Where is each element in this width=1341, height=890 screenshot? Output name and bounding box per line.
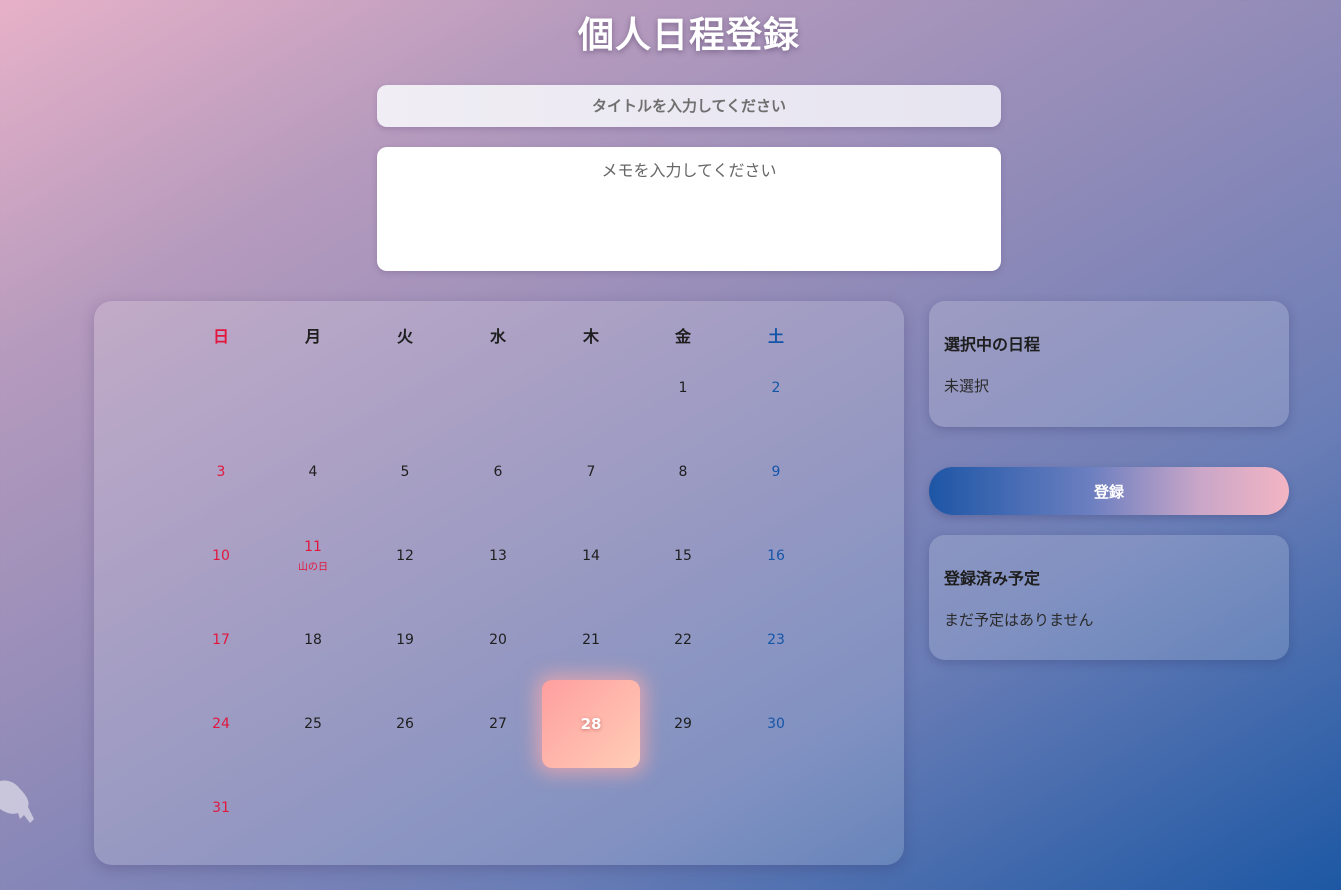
- calendar-day-number: 14: [582, 548, 600, 564]
- calendar-day[interactable]: 10: [175, 514, 267, 598]
- calendar-day-number: 24: [212, 716, 230, 732]
- calendar-day[interactable]: 26: [359, 682, 451, 766]
- weekday-label: 木: [582, 327, 599, 346]
- calendar-day[interactable]: 13: [452, 514, 544, 598]
- selected-schedule-panel: 選択中の日程 未選択: [929, 301, 1289, 427]
- calendar-day-number: 18: [304, 632, 322, 648]
- calendar-day[interactable]: 1: [637, 346, 729, 430]
- weekday-label: 水: [489, 327, 506, 346]
- weekday-label: 金: [674, 327, 691, 346]
- weekday-label: 土: [767, 327, 784, 346]
- calendar-day-number: 9: [771, 464, 781, 480]
- calendar-day-number: 21: [582, 632, 600, 648]
- weekday-label: 火: [396, 327, 413, 346]
- calendar-day-number: 17: [212, 632, 230, 648]
- calendar-day-today[interactable]: 28: [542, 680, 640, 768]
- register-button[interactable]: 登録: [929, 467, 1289, 515]
- calendar-day[interactable]: 29: [637, 682, 729, 766]
- weekday-label: 日: [212, 327, 229, 346]
- calendar-day[interactable]: 17: [175, 598, 267, 682]
- holiday-label: 山の日: [298, 562, 328, 573]
- calendar-day-number: 23: [767, 632, 785, 648]
- calendar-day[interactable]: 27: [452, 682, 544, 766]
- calendar-day[interactable]: 18: [267, 598, 359, 682]
- calendar-day-number: 16: [767, 548, 785, 564]
- calendar-day[interactable]: 12: [359, 514, 451, 598]
- calendar-day-number: 5: [400, 464, 410, 480]
- calendar-day-number: 15: [674, 548, 692, 564]
- calendar-day-number: 22: [674, 632, 692, 648]
- elephant-silhouette-icon: [0, 780, 34, 823]
- calendar-day[interactable]: 23: [730, 598, 822, 682]
- calendar-day-number: 25: [304, 716, 322, 732]
- calendar-day-number: 10: [212, 548, 230, 564]
- calendar-day-number: 11: [304, 539, 322, 555]
- calendar-day[interactable]: 6: [452, 430, 544, 514]
- calendar-day[interactable]: 3: [175, 430, 267, 514]
- calendar-day-number: 7: [586, 464, 596, 480]
- weekday-label: 月: [304, 327, 321, 346]
- calendar-day[interactable]: 8: [637, 430, 729, 514]
- calendar-day[interactable]: 22: [637, 598, 729, 682]
- calendar-day[interactable]: 25: [267, 682, 359, 766]
- calendar-day-number: 30: [767, 716, 785, 732]
- calendar-day-number: 27: [489, 716, 507, 732]
- selected-schedule-value: 未選択: [944, 377, 990, 395]
- calendar-day-number: 3: [216, 464, 226, 480]
- calendar-day[interactable]: 16: [730, 514, 822, 598]
- calendar-day-number: 13: [489, 548, 507, 564]
- calendar-day-number: 28: [580, 715, 602, 733]
- calendar-day[interactable]: 20: [452, 598, 544, 682]
- calendar: 日月火水木金土 1 2 3 4 5 6 7 8 9 10 11 山の日 12 13 14 15 16 17 18 19…: [94, 301, 904, 865]
- calendar-day[interactable]: 4: [267, 430, 359, 514]
- calendar-day[interactable]: 30: [730, 682, 822, 766]
- calendar-day-number: 4: [308, 464, 318, 480]
- calendar-day[interactable]: 14: [545, 514, 637, 598]
- calendar-day[interactable]: 15: [637, 514, 729, 598]
- calendar-day[interactable]: 2: [730, 346, 822, 430]
- calendar-day[interactable]: 31: [175, 766, 267, 850]
- calendar-day[interactable]: 19: [359, 598, 451, 682]
- calendar-day[interactable]: 5: [359, 430, 451, 514]
- calendar-day[interactable]: 7: [545, 430, 637, 514]
- calendar-day[interactable]: 21: [545, 598, 637, 682]
- registered-schedules-heading: 登録済み予定: [944, 569, 1041, 588]
- calendar-day[interactable]: 24: [175, 682, 267, 766]
- calendar-day[interactable]: 9: [730, 430, 822, 514]
- calendar-day-number: 8: [678, 464, 688, 480]
- calendar-day-number: 31: [212, 800, 230, 816]
- calendar-day-number: 26: [396, 716, 414, 732]
- calendar-day-number: 29: [674, 716, 692, 732]
- page-title: 個人日程登録: [577, 15, 800, 56]
- calendar-day-number: 2: [771, 380, 781, 396]
- calendar-day-number: 1: [678, 380, 688, 396]
- registered-schedules-panel: 登録済み予定 まだ予定はありません: [929, 535, 1289, 660]
- calendar-day[interactable]: 11 山の日: [267, 514, 359, 598]
- title-input[interactable]: [377, 85, 1001, 127]
- calendar-day-number: 19: [396, 632, 414, 648]
- registered-schedules-empty-text: まだ予定はありません: [944, 611, 1094, 629]
- selected-schedule-heading: 選択中の日程: [944, 335, 1041, 354]
- calendar-day-number: 20: [489, 632, 507, 648]
- calendar-day-number: 6: [493, 464, 503, 480]
- memo-input[interactable]: [377, 147, 1001, 271]
- calendar-day-number: 12: [396, 548, 414, 564]
